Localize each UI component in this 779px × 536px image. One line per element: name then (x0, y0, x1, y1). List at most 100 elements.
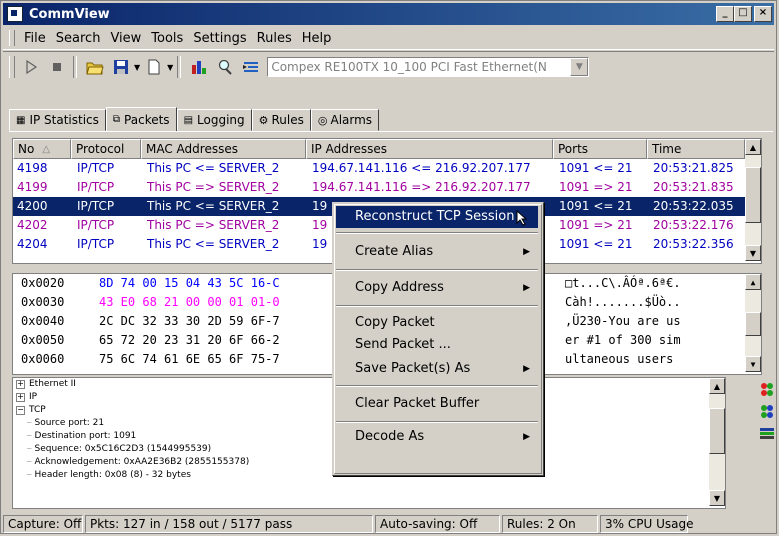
tab-packets[interactable]: ⧉ Packets (105, 107, 177, 131)
cell-no: 4204 (17, 237, 48, 251)
window-title: CommView (29, 6, 110, 22)
adapter-select-value: Compex RE100TX 10_100 PCI Fast Ethernet(… (271, 60, 547, 74)
status-rules: Rules: 2 On (502, 515, 598, 533)
tab-rules[interactable]: ⚙ Rules (251, 109, 311, 131)
expand-icon[interactable]: + (16, 393, 25, 402)
menu-item-copy-packet[interactable]: Copy Packet (336, 312, 538, 334)
expand-all-button[interactable] (757, 381, 777, 403)
decode-side-toolbar (757, 377, 777, 447)
menu-item-send-packet[interactable]: Send Packet ... (336, 334, 538, 356)
menu-item-create-alias[interactable]: Create Alias ▶ (336, 241, 538, 263)
menu-item-clear-packet-buffer[interactable]: Clear Packet Buffer (336, 393, 538, 415)
menu-search[interactable]: Search (51, 31, 106, 46)
hex-bytes: 75 6C 74 61 6E 65 6F 75-7 (99, 352, 280, 366)
stop-capture-button[interactable] (45, 55, 69, 79)
expand-icon[interactable]: + (16, 380, 25, 389)
toolbar-separator (177, 56, 182, 78)
menu-file[interactable]: File (19, 31, 51, 46)
tree-scrollbar[interactable]: ▲ ▼ (709, 378, 725, 506)
tab-ip-statistics[interactable]: ▦ IP Statistics (9, 109, 106, 131)
tab-alarms[interactable]: ◎ Alarms (310, 109, 380, 131)
scroll-thumb[interactable] (745, 312, 761, 336)
column-no[interactable]: No △ (13, 139, 71, 159)
new-button[interactable] (142, 55, 166, 79)
scroll-down-icon[interactable]: ▼ (709, 490, 725, 506)
collapse-all-button[interactable] (757, 403, 777, 425)
table-row[interactable]: 4198 IP/TCP This PC <= SERVER_2 194.67.1… (13, 159, 761, 178)
scroll-up-icon[interactable]: ▲ (745, 139, 761, 155)
column-mac[interactable]: MAC Addresses (141, 139, 306, 159)
hex-bytes: 43 E0 68 21 00 00 01 01-0 (99, 295, 280, 309)
cell-ports: 1091 => 21 (559, 180, 633, 194)
cell-mac: This PC => SERVER_2 (147, 218, 280, 232)
status-cpu: 3% CPU Usage (600, 515, 693, 533)
menu-settings[interactable]: Settings (188, 31, 251, 46)
column-ports[interactable]: Ports (553, 139, 647, 159)
column-time[interactable]: Time (647, 139, 745, 159)
column-ip[interactable]: IP Addresses (306, 139, 553, 159)
scroll-down-icon[interactable]: ▼ (745, 356, 761, 372)
packets-scrollbar[interactable]: ▲ ▼ (745, 139, 761, 261)
cell-no: 4198 (17, 161, 48, 175)
scroll-up-icon[interactable]: ▲ (745, 274, 761, 290)
scroll-thumb[interactable] (709, 408, 725, 454)
maximize-button[interactable]: □ (734, 6, 752, 22)
submenu-arrow-icon: ▶ (523, 432, 530, 442)
cell-no: 4200 (17, 199, 48, 213)
tree-label: Header length: 0x08 (8) - 32 bytes (34, 470, 191, 480)
open-button[interactable] (83, 55, 107, 79)
hex-offset: 0x0050 (21, 333, 65, 347)
logging-icon: ▤ (183, 114, 194, 126)
cell-ip: 194.67.141.116 => 216.92.207.177 (312, 180, 531, 194)
menu-item-reconstruct-tcp-session[interactable]: Reconstruct TCP Session (336, 206, 538, 228)
menu-view[interactable]: View (105, 31, 146, 46)
scroll-thumb[interactable] (745, 167, 761, 223)
tab-logging[interactable]: ▤ Logging (176, 109, 252, 131)
hex-ascii: er #1 of 300 sim (565, 333, 681, 347)
column-protocol[interactable]: Protocol (71, 139, 141, 159)
scroll-up-icon[interactable]: ▲ (709, 378, 725, 394)
submenu-arrow-icon: ▶ (523, 364, 530, 374)
cell-ports: 1091 => 21 (559, 218, 633, 232)
adapter-button[interactable] (239, 55, 263, 79)
hex-bytes: 65 72 20 23 31 20 6F 66-2 (99, 333, 280, 347)
menu-item-save-packets-as[interactable]: Save Packet(s) As ▶ (336, 358, 538, 380)
cell-time: 20:53:21.825 (653, 161, 734, 175)
layout-button[interactable] (757, 425, 777, 447)
menu-separator (336, 269, 538, 271)
scroll-down-icon[interactable]: ▼ (745, 245, 761, 261)
cell-no: 4199 (17, 180, 48, 194)
menu-item-copy-address[interactable]: Copy Address ▶ (336, 277, 538, 299)
menu-tools[interactable]: Tools (146, 31, 188, 46)
start-capture-button[interactable] (19, 55, 43, 79)
menu-separator (336, 305, 538, 307)
tree-connector: ⎯ (27, 418, 32, 428)
statistics-button[interactable] (187, 55, 211, 79)
tree-label: Source port: 21 (34, 418, 105, 428)
expand-all-icon (761, 383, 773, 396)
chevron-down-icon[interactable]: ▼ (570, 58, 589, 76)
adapter-select[interactable]: Compex RE100TX 10_100 PCI Fast Ethernet(… (267, 57, 590, 77)
toolbar-grip (9, 56, 15, 78)
adapter-list-icon (243, 62, 259, 72)
close-button[interactable]: × (754, 6, 772, 22)
hex-scrollbar[interactable]: ▲ ▼ (745, 274, 761, 372)
submenu-arrow-icon: ▶ (523, 283, 530, 293)
menu-rules[interactable]: Rules (252, 31, 297, 46)
menu-item-decode-as[interactable]: Decode As ▶ (336, 426, 538, 448)
status-packets: Pkts: 127 in / 158 out / 5177 pass (85, 515, 373, 533)
menu-item-label: Copy Address (355, 280, 444, 295)
minimize-button[interactable]: _ (716, 6, 734, 22)
search-button[interactable] (213, 55, 237, 79)
new-dropdown-icon[interactable]: ▼ (167, 63, 173, 72)
table-row[interactable]: 4199 IP/TCP This PC => SERVER_2 194.67.1… (13, 178, 761, 197)
column-label: Protocol (76, 142, 125, 156)
menu-help[interactable]: Help (297, 31, 337, 46)
save-dropdown-icon[interactable]: ▼ (134, 63, 140, 72)
collapse-icon[interactable]: − (16, 406, 25, 415)
column-label: Ports (558, 142, 589, 156)
packets-icon: ⧉ (112, 114, 121, 125)
layout-lines-icon (760, 428, 774, 439)
cell-ip: 194.67.141.116 <= 216.92.207.177 (312, 161, 531, 175)
save-button[interactable] (109, 55, 133, 79)
